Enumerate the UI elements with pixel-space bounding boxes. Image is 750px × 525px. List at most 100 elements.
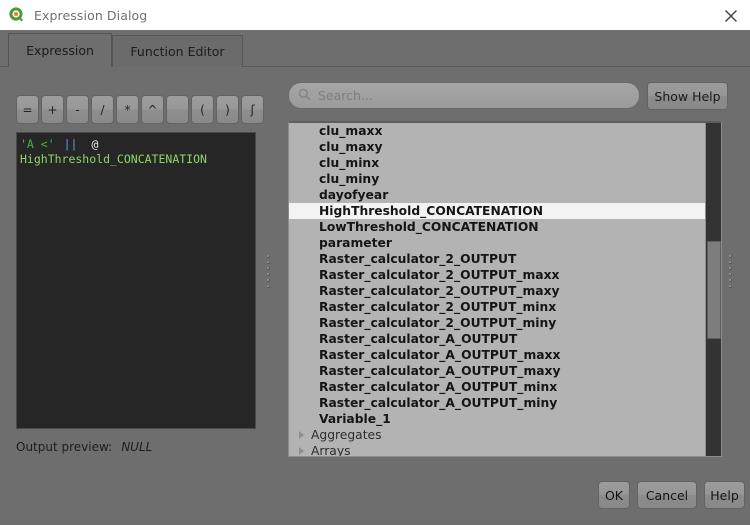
tree-item[interactable]: Raster_calculator_2_OUTPUT_miny bbox=[289, 315, 705, 331]
splitter-handle-left[interactable] bbox=[264, 248, 273, 294]
qgis-logo-icon bbox=[7, 6, 25, 24]
operator-paren-close[interactable]: ) bbox=[216, 95, 239, 124]
ok-button[interactable]: OK bbox=[598, 481, 630, 509]
tree-scrollbar[interactable] bbox=[705, 123, 721, 456]
cancel-button-label: Cancel bbox=[645, 487, 689, 503]
tree-item[interactable]: Raster_calculator_A_OUTPUT_maxx bbox=[289, 347, 705, 363]
operator-paren-close-label: ) bbox=[225, 102, 230, 117]
expression-token-at: @ bbox=[91, 137, 99, 151]
expression-line-1: 'A <' || @ bbox=[20, 137, 252, 152]
tree-item-label: Aggregates bbox=[311, 428, 382, 442]
operator-power-label: ^ bbox=[147, 102, 158, 117]
splitter-dot bbox=[267, 272, 270, 276]
tree-item-label: clu_maxy bbox=[319, 140, 383, 154]
splitter-dot bbox=[729, 272, 732, 276]
expression-line-2: HighThreshold_CONCATENATION bbox=[20, 152, 207, 166]
expression-dialog: Expression Dialog Expression Function Ed… bbox=[0, 0, 750, 525]
tree-item-label: Raster_calculator_A_OUTPUT_maxx bbox=[319, 348, 561, 362]
output-preview: Output preview: NULL bbox=[16, 440, 152, 454]
tab-function-editor-label: Function Editor bbox=[130, 44, 225, 59]
splitter-dot bbox=[267, 266, 270, 270]
close-icon[interactable] bbox=[720, 5, 742, 27]
tree-item[interactable]: Raster_calculator_2_OUTPUT_minx bbox=[289, 299, 705, 315]
operator-power[interactable]: ^ bbox=[141, 95, 164, 124]
ok-button-label: OK bbox=[604, 487, 624, 503]
search-placeholder: Search... bbox=[318, 88, 373, 103]
tree-item-label: clu_miny bbox=[319, 172, 380, 186]
operator-newline[interactable]: ʃ bbox=[241, 95, 264, 124]
tree-item-label: Raster_calculator_2_OUTPUT_minx bbox=[319, 300, 557, 314]
window-title: Expression Dialog bbox=[34, 7, 148, 23]
tree-item[interactable]: Raster_calculator_2_OUTPUT_maxx bbox=[289, 267, 705, 283]
operator-plus-label: + bbox=[47, 102, 58, 117]
show-help-label: Show Help bbox=[654, 88, 721, 104]
tree-item[interactable]: clu_maxy bbox=[289, 139, 705, 155]
tree-item[interactable]: dayofyear bbox=[289, 187, 705, 203]
tree-item[interactable]: Raster_calculator_2_OUTPUT_maxy bbox=[289, 283, 705, 299]
help-button[interactable]: Help bbox=[704, 481, 745, 509]
tree-item[interactable]: Aggregates bbox=[289, 427, 705, 443]
operator-toolbar: = + - / * ^ ( ) ʃ bbox=[16, 95, 264, 124]
tree-item-label: Arrays bbox=[311, 444, 351, 456]
operator-equals[interactable]: = bbox=[16, 95, 39, 124]
tree-item[interactable]: Raster_calculator_A_OUTPUT bbox=[289, 331, 705, 347]
tree-item[interactable]: Raster_calculator_A_OUTPUT_maxy bbox=[289, 363, 705, 379]
tree-item-label: Raster_calculator_A_OUTPUT_minx bbox=[319, 380, 558, 394]
splitter-dot bbox=[267, 278, 270, 282]
tree-item-label: LowThreshold_CONCATENATION bbox=[319, 220, 539, 234]
splitter-dot bbox=[267, 254, 270, 258]
splitter-handle-right[interactable] bbox=[726, 248, 735, 294]
operator-multiply[interactable]: * bbox=[116, 95, 139, 124]
tab-function-editor[interactable]: Function Editor bbox=[112, 35, 243, 67]
tree-item[interactable]: LowThreshold_CONCATENATION bbox=[289, 219, 705, 235]
tree-item[interactable]: Raster_calculator_2_OUTPUT bbox=[289, 251, 705, 267]
splitter-dot bbox=[729, 266, 732, 270]
function-variable-tree: clu_maxx clu_maxy clu_minx clu_miny dayofyea… bbox=[288, 121, 722, 457]
tree-item[interactable]: Variable_1 bbox=[289, 411, 705, 427]
tree-item[interactable]: clu_minx bbox=[289, 155, 705, 171]
expression-input[interactable]: 'A <' || @ HighThreshold_CONCATENATION bbox=[16, 132, 256, 429]
tree-scrollbar-thumb[interactable] bbox=[707, 241, 721, 339]
tree-item[interactable]: Raster_calculator_A_OUTPUT_miny bbox=[289, 395, 705, 411]
cancel-button[interactable]: Cancel bbox=[637, 481, 697, 509]
tree-item[interactable]: Raster_calculator_A_OUTPUT_minx bbox=[289, 379, 705, 395]
operator-minus-label: - bbox=[75, 102, 80, 117]
splitter-dot bbox=[267, 284, 270, 288]
operator-divide[interactable]: / bbox=[91, 95, 114, 124]
operator-plus[interactable]: + bbox=[41, 95, 64, 124]
tree-list[interactable]: clu_maxx clu_maxy clu_minx clu_miny dayofyea… bbox=[289, 123, 705, 456]
tree-item-label: parameter bbox=[319, 236, 392, 250]
output-preview-value: NULL bbox=[121, 440, 153, 454]
tree-item[interactable]: clu_maxx bbox=[289, 123, 705, 139]
operator-concat[interactable] bbox=[166, 95, 189, 124]
tree-item-label: Variable_1 bbox=[319, 412, 391, 426]
tree-item-label: dayofyear bbox=[319, 188, 389, 202]
tab-expression[interactable]: Expression bbox=[8, 33, 112, 67]
operator-equals-label: = bbox=[22, 102, 33, 117]
splitter-dot bbox=[729, 278, 732, 282]
operator-paren-open[interactable]: ( bbox=[191, 95, 214, 124]
expression-token-operator: || bbox=[63, 137, 78, 151]
tree-item[interactable]: Arrays bbox=[289, 443, 705, 456]
tree-item-label: clu_maxx bbox=[319, 124, 383, 138]
search-input[interactable]: Search... bbox=[288, 82, 640, 109]
expression-token-string: 'A <' bbox=[20, 137, 55, 151]
tree-item[interactable]: clu_miny bbox=[289, 171, 705, 187]
tree-item-label: Raster_calculator_A_OUTPUT_miny bbox=[319, 396, 558, 410]
show-help-button[interactable]: Show Help bbox=[647, 82, 728, 110]
title-bar: Expression Dialog bbox=[0, 0, 750, 30]
tree-item[interactable]: parameter bbox=[289, 235, 705, 251]
tree-item-label: HighThreshold_CONCATENATION bbox=[319, 204, 544, 218]
operator-minus[interactable]: - bbox=[66, 95, 89, 124]
tree-item-label: Raster_calculator_2_OUTPUT bbox=[319, 252, 517, 266]
tree-item-label: Raster_calculator_A_OUTPUT_maxy bbox=[319, 364, 561, 378]
operator-divide-label: / bbox=[100, 102, 105, 117]
tree-item-label: Raster_calculator_2_OUTPUT_maxy bbox=[319, 284, 560, 298]
tree-item-label: Raster_calculator_A_OUTPUT bbox=[319, 332, 518, 346]
chevron-right-icon[interactable] bbox=[299, 447, 304, 455]
chevron-right-icon[interactable] bbox=[299, 431, 304, 439]
tree-item[interactable]: HighThreshold_CONCATENATION bbox=[289, 203, 705, 219]
tab-active-connector bbox=[9, 66, 111, 68]
tab-strip: Expression Function Editor bbox=[0, 30, 750, 67]
splitter-dot bbox=[729, 260, 732, 264]
